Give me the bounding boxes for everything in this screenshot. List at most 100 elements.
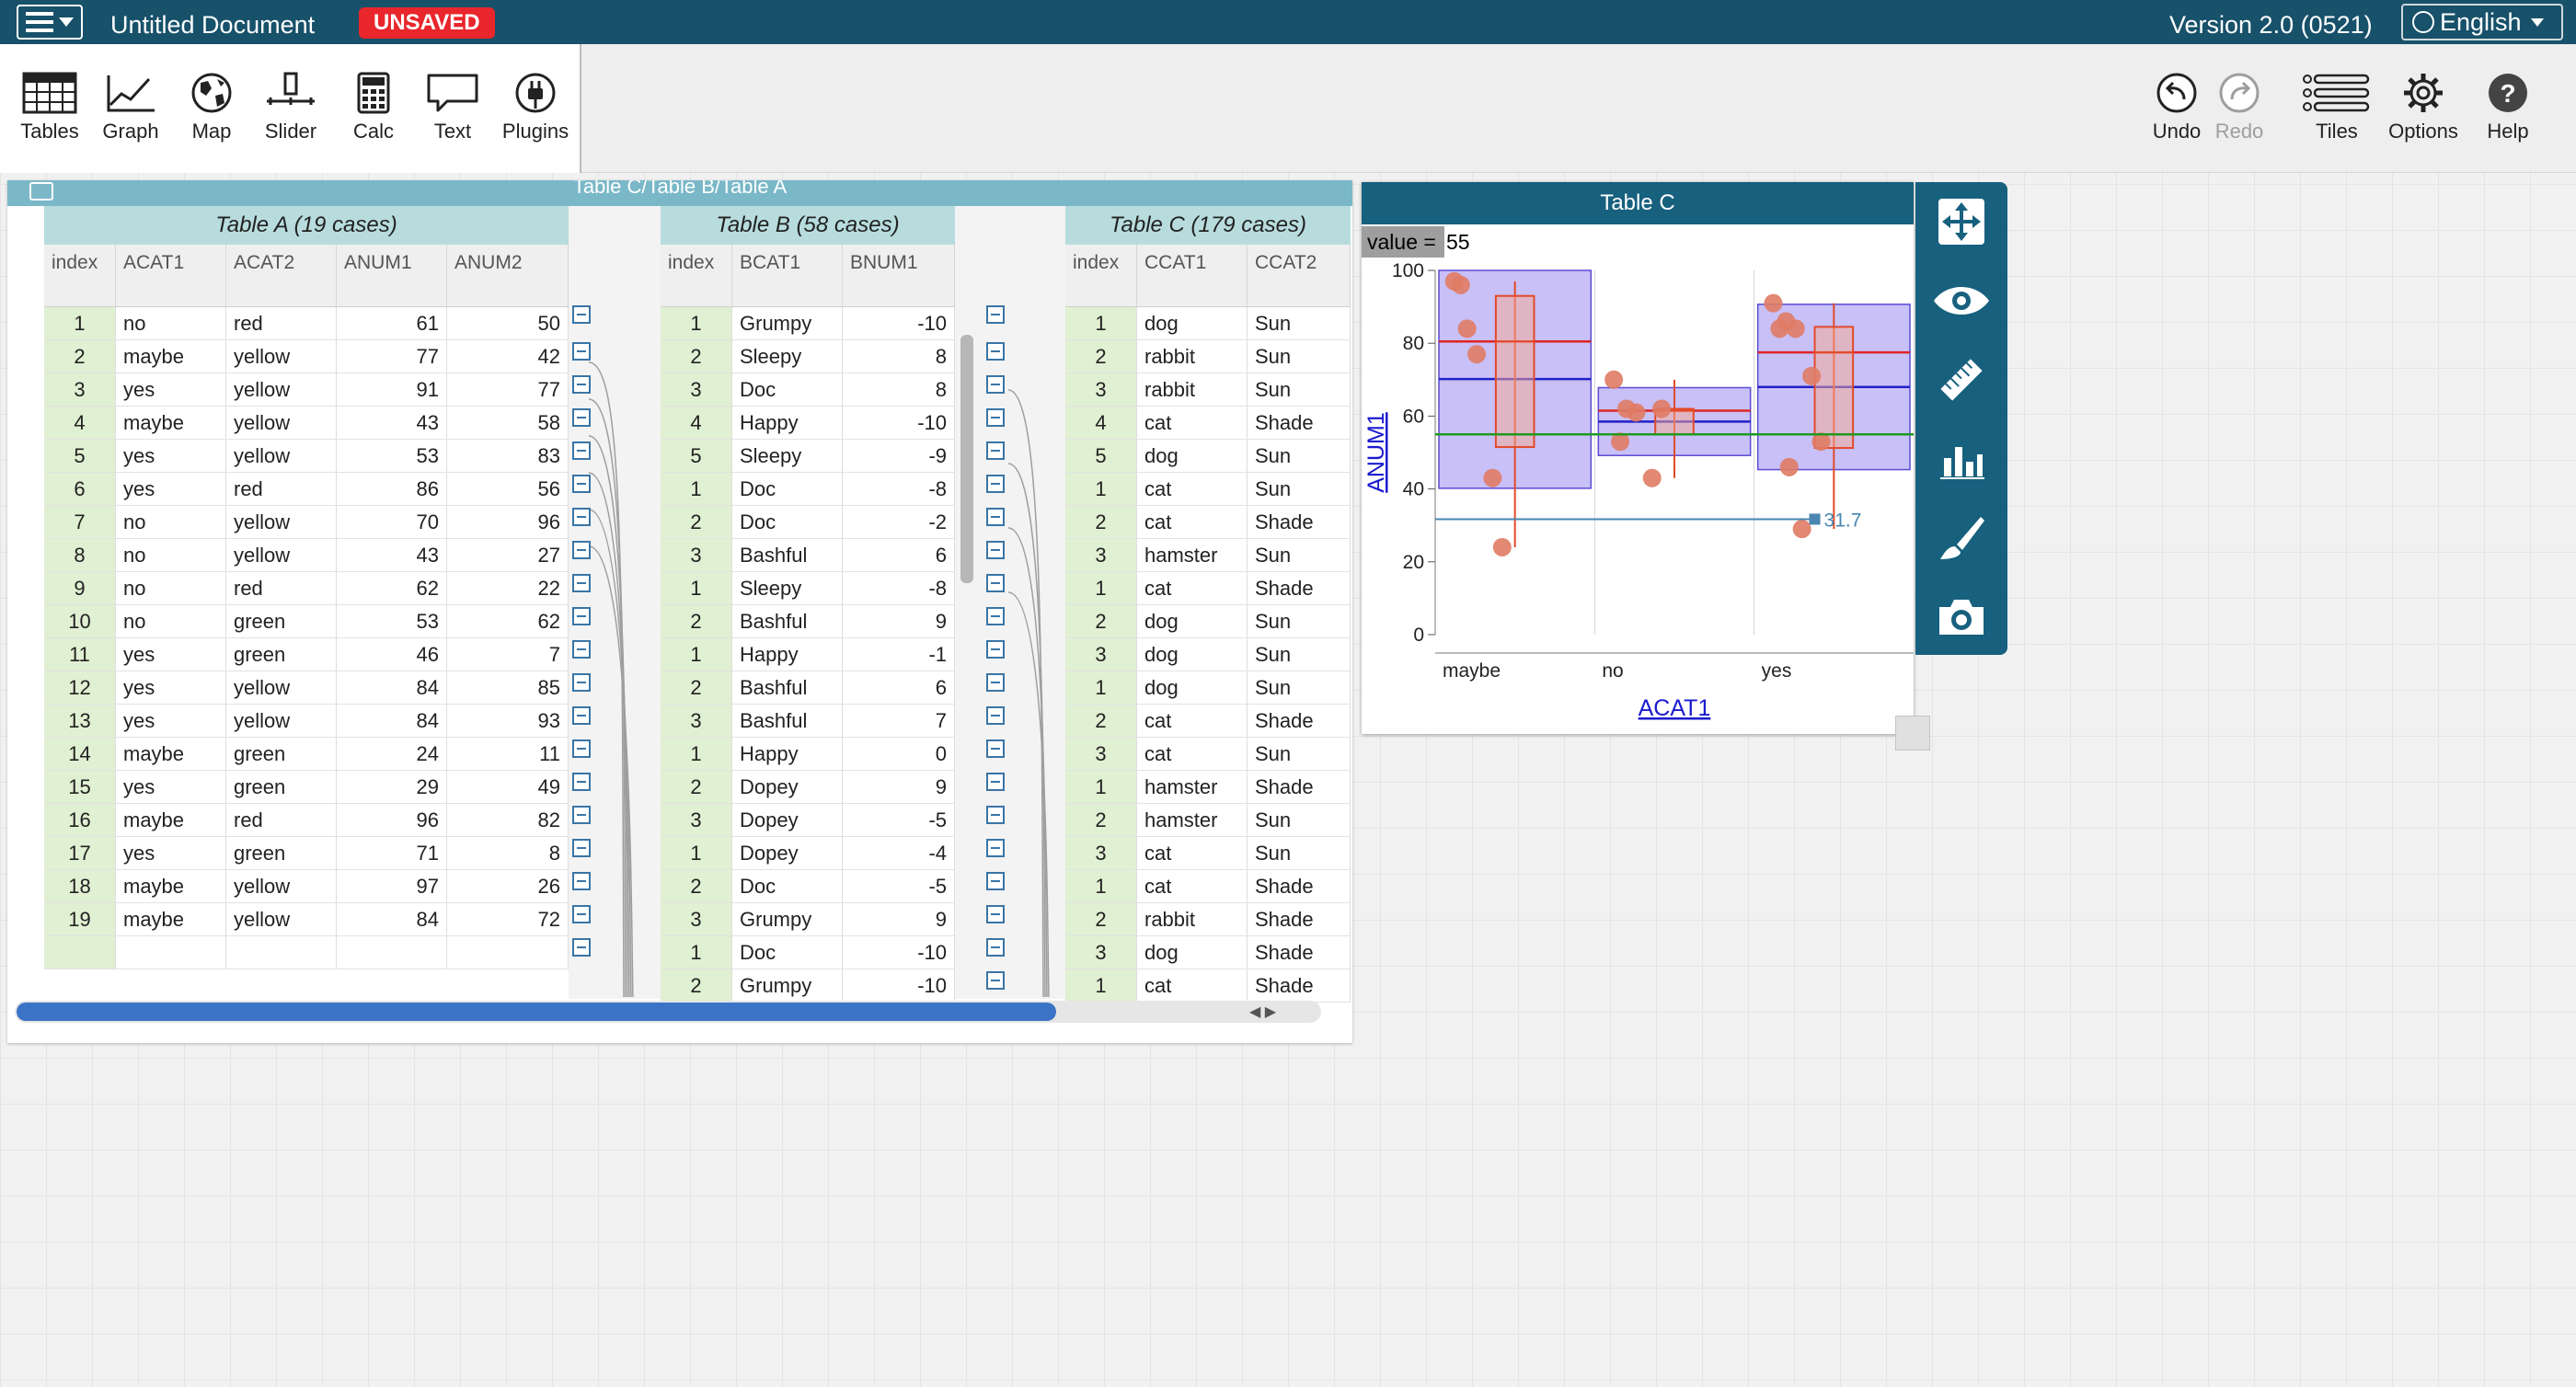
index-cell[interactable]: 2 bbox=[1065, 605, 1137, 637]
table-cell[interactable]: Dopey bbox=[732, 771, 843, 803]
table-cell[interactable]: Shade bbox=[1248, 936, 1351, 969]
index-cell[interactable]: 1 bbox=[1065, 671, 1137, 704]
table-cell[interactable]: 24 bbox=[337, 738, 447, 770]
index-cell[interactable]: 16 bbox=[44, 804, 116, 836]
table-row[interactable]: 11 yes green 46 7 bbox=[44, 638, 569, 671]
table-row[interactable]: 3 Dopey -5 bbox=[661, 804, 955, 837]
table-cell[interactable]: yes bbox=[116, 771, 226, 803]
column-header-index[interactable]: index bbox=[661, 245, 732, 306]
index-cell[interactable]: 2 bbox=[1065, 506, 1137, 538]
index-cell[interactable]: 2 bbox=[661, 340, 732, 373]
table-cell[interactable]: dog bbox=[1137, 440, 1248, 472]
table-row[interactable]: 19 maybe yellow 84 72 bbox=[44, 903, 569, 936]
index-cell[interactable]: 3 bbox=[1065, 738, 1137, 770]
table-cell[interactable]: hamster bbox=[1137, 771, 1248, 803]
table-cell[interactable]: yellow bbox=[226, 407, 337, 439]
table-cell[interactable]: 7 bbox=[447, 638, 569, 671]
index-cell[interactable]: 1 bbox=[661, 473, 732, 505]
table-row[interactable]: 1 Happy -1 bbox=[661, 638, 955, 671]
table-row[interactable]: 1 dog Sun bbox=[1065, 307, 1351, 340]
index-cell[interactable]: 14 bbox=[44, 738, 116, 770]
redo-button[interactable]: Redo bbox=[2199, 72, 2280, 143]
index-cell[interactable]: 18 bbox=[44, 870, 116, 902]
table-cell[interactable]: Bashful bbox=[732, 605, 843, 637]
table-cell[interactable]: dog bbox=[1137, 605, 1248, 637]
table-cell[interactable]: 42 bbox=[447, 340, 569, 373]
table-row[interactable]: 2 Sleepy 8 bbox=[661, 340, 955, 373]
map-tool-button[interactable]: Map bbox=[171, 72, 252, 143]
collapse-toggle[interactable] bbox=[572, 541, 591, 559]
table-cell[interactable]: Shade bbox=[1248, 407, 1351, 439]
index-cell[interactable]: 12 bbox=[44, 671, 116, 704]
table-row[interactable]: 3 yes yellow 91 77 bbox=[44, 373, 569, 407]
table-cell[interactable]: Grumpy bbox=[732, 969, 843, 1002]
column-header-anum1[interactable]: ANUM1 bbox=[337, 245, 447, 306]
table-cell[interactable]: 83 bbox=[447, 440, 569, 472]
index-cell[interactable]: 9 bbox=[44, 572, 116, 604]
text-tool-button[interactable]: Text bbox=[412, 72, 493, 143]
table-row[interactable]: 15 yes green 29 49 bbox=[44, 771, 569, 804]
table-cell[interactable]: rabbit bbox=[1137, 340, 1248, 373]
column-header-anum2[interactable]: ANUM2 bbox=[447, 245, 569, 306]
index-cell[interactable]: 10 bbox=[44, 605, 116, 637]
table-cell[interactable]: 9 bbox=[843, 605, 955, 637]
table-row[interactable]: 4 maybe yellow 43 58 bbox=[44, 407, 569, 440]
index-cell[interactable]: 4 bbox=[1065, 407, 1137, 439]
table-cell[interactable]: cat bbox=[1137, 837, 1248, 869]
collapse-toggle[interactable] bbox=[986, 574, 1005, 592]
table-cell[interactable]: Grumpy bbox=[732, 307, 843, 339]
table-cell[interactable]: 84 bbox=[337, 705, 447, 737]
table-row[interactable]: 1 no red 61 50 bbox=[44, 307, 569, 340]
table-cell[interactable]: -8 bbox=[843, 572, 955, 604]
table-cell[interactable]: cat bbox=[1137, 705, 1248, 737]
table-cell[interactable]: 61 bbox=[337, 307, 447, 339]
table-cell[interactable]: yellow bbox=[226, 705, 337, 737]
index-cell[interactable]: 2 bbox=[1065, 705, 1137, 737]
index-cell[interactable]: 1 bbox=[661, 936, 732, 969]
table-cell[interactable]: 93 bbox=[447, 705, 569, 737]
table-row[interactable]: 16 maybe red 96 82 bbox=[44, 804, 569, 837]
collapse-toggle[interactable] bbox=[572, 872, 591, 890]
table-row[interactable]: 8 no yellow 43 27 bbox=[44, 539, 569, 572]
table-row[interactable]: 2 cat Shade bbox=[1065, 506, 1351, 539]
table-cell[interactable]: Sun bbox=[1248, 307, 1351, 339]
table-row[interactable]: 9 no red 62 22 bbox=[44, 572, 569, 605]
table-cell[interactable]: hamster bbox=[1137, 804, 1248, 836]
table-row[interactable]: 2 maybe yellow 77 42 bbox=[44, 340, 569, 373]
index-cell[interactable]: 3 bbox=[1065, 373, 1137, 406]
column-header-acat1[interactable]: ACAT1 bbox=[116, 245, 226, 306]
table-row[interactable]: 3 Bashful 6 bbox=[661, 539, 955, 572]
table-cell[interactable]: green bbox=[226, 605, 337, 637]
empty-cell[interactable] bbox=[447, 936, 569, 969]
table-cell[interactable]: 85 bbox=[447, 671, 569, 704]
index-cell[interactable]: 2 bbox=[661, 771, 732, 803]
index-cell[interactable]: 1 bbox=[661, 738, 732, 770]
table-cell[interactable]: yellow bbox=[226, 903, 337, 935]
collapse-toggle[interactable] bbox=[986, 706, 1005, 725]
table-cell[interactable]: 97 bbox=[337, 870, 447, 902]
index-cell[interactable]: 4 bbox=[44, 407, 116, 439]
table-cell[interactable]: 27 bbox=[447, 539, 569, 571]
table-cell[interactable]: 26 bbox=[447, 870, 569, 902]
collapse-toggle[interactable] bbox=[986, 408, 1005, 427]
plugins-tool-button[interactable]: Plugins bbox=[495, 72, 576, 143]
collapse-toggle[interactable] bbox=[572, 408, 591, 427]
camera-button[interactable] bbox=[1915, 578, 2007, 657]
table-cell[interactable]: dog bbox=[1137, 307, 1248, 339]
table-cell[interactable]: Bashful bbox=[732, 671, 843, 704]
table-cell[interactable]: Happy bbox=[732, 738, 843, 770]
collapse-toggle[interactable] bbox=[986, 607, 1005, 625]
options-button[interactable]: Options bbox=[2383, 72, 2464, 143]
column-header-ccat1[interactable]: CCAT1 bbox=[1137, 245, 1248, 306]
table-cell[interactable]: 9 bbox=[843, 771, 955, 803]
table-cell[interactable]: Sun bbox=[1248, 804, 1351, 836]
table-cell[interactable]: cat bbox=[1137, 969, 1248, 1002]
table-cell[interactable]: Sun bbox=[1248, 671, 1351, 704]
index-cell[interactable]: 1 bbox=[1065, 473, 1137, 505]
index-cell[interactable]: 1 bbox=[1065, 969, 1137, 1002]
table-cell[interactable]: 96 bbox=[337, 804, 447, 836]
index-cell[interactable]: 1 bbox=[1065, 771, 1137, 803]
table-cell[interactable]: maybe bbox=[116, 870, 226, 902]
table-cell[interactable]: Sun bbox=[1248, 440, 1351, 472]
slider-tool-button[interactable]: Slider bbox=[250, 72, 331, 143]
